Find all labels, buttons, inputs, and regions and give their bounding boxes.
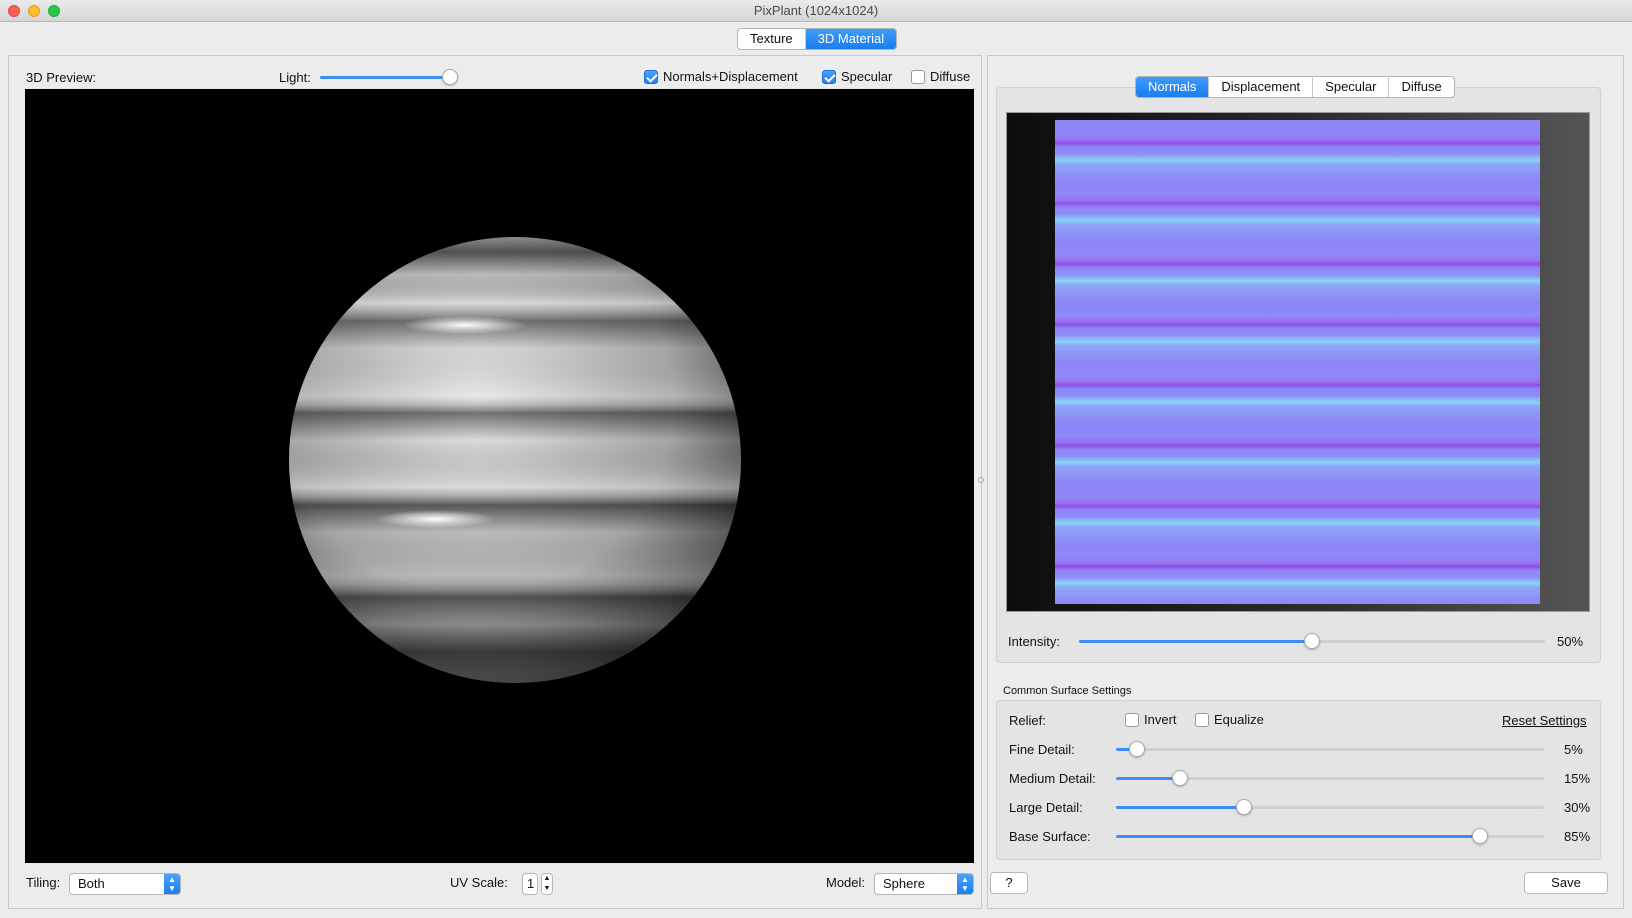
base-surface-label: Base Surface: <box>1009 829 1091 844</box>
fine-detail-slider[interactable] <box>1116 741 1544 757</box>
specular-checkbox[interactable]: Specular <box>822 69 892 84</box>
light-slider-fill <box>320 76 451 79</box>
light-label: Light: <box>279 70 311 85</box>
checkbox-box[interactable] <box>911 69 925 84</box>
model-label: Model: <box>826 875 866 890</box>
invert-label: Invert <box>1144 712 1177 727</box>
invert-checkbox[interactable]: Invert <box>1125 712 1177 727</box>
split-handle[interactable] <box>978 477 984 483</box>
checkbox-box[interactable] <box>822 69 836 84</box>
map-tabs: Normals Displacement Specular Diffuse <box>1135 76 1455 98</box>
medium-detail-slider[interactable] <box>1116 770 1544 786</box>
intensity-label: Intensity: <box>1008 634 1061 649</box>
uv-scale-value: 1 <box>527 876 535 891</box>
large-detail-value: 30% <box>1564 800 1591 815</box>
3d-viewport[interactable] <box>25 89 974 863</box>
normal-map-image <box>1055 120 1540 604</box>
intensity-value: 50% <box>1557 634 1584 649</box>
model-value: Sphere <box>883 876 925 891</box>
fine-detail-label: Fine Detail: <box>1009 742 1075 757</box>
checkbox-box[interactable] <box>644 69 658 84</box>
large-detail-label: Large Detail: <box>1009 800 1083 815</box>
uv-scale-label: UV Scale: <box>450 875 508 890</box>
tab-diffuse[interactable]: Diffuse <box>1389 77 1453 97</box>
tiling-select[interactable]: Both ▲ ▼ <box>69 873 181 895</box>
chevron-up-down-icon: ▲ ▼ <box>164 874 180 894</box>
model-select[interactable]: Sphere ▲ ▼ <box>874 873 974 895</box>
equalize-label: Equalize <box>1214 712 1264 727</box>
medium-detail-value: 15% <box>1564 771 1591 786</box>
title-bar: PixPlant (1024x1024) <box>0 0 1632 22</box>
intensity-slider-fill <box>1079 640 1312 643</box>
large-detail-slider[interactable] <box>1116 799 1544 815</box>
uv-scale-stepper[interactable]: ▲ ▼ <box>541 873 553 895</box>
sphere-render <box>289 237 741 683</box>
tab-normals[interactable]: Normals <box>1136 77 1210 97</box>
light-slider[interactable] <box>320 69 459 85</box>
intensity-slider[interactable] <box>1079 633 1545 649</box>
checkbox-box[interactable] <box>1125 712 1139 727</box>
save-button[interactable]: Save <box>1524 872 1608 894</box>
medium-detail-label: Medium Detail: <box>1009 771 1096 786</box>
specular-label: Specular <box>841 69 893 84</box>
tab-displacement[interactable]: Displacement <box>1209 77 1314 97</box>
checkbox-box[interactable] <box>1195 712 1209 727</box>
relief-label: Relief: <box>1009 713 1046 728</box>
surface-settings-title: Common Surface Settings <box>1003 685 1132 697</box>
tab-specular[interactable]: Specular <box>1313 77 1390 97</box>
tab-texture[interactable]: Texture <box>738 29 806 49</box>
large-detail-slider-fill <box>1116 806 1245 809</box>
window-title: PixPlant (1024x1024) <box>753 3 879 18</box>
zoom-window-button[interactable] <box>48 5 60 17</box>
chevron-up-down-icon: ▲ ▼ <box>957 874 973 894</box>
reset-settings-link[interactable]: Reset Settings <box>1502 713 1587 728</box>
tiling-label: Tiling: <box>26 875 61 890</box>
fine-detail-value: 5% <box>1564 742 1583 757</box>
base-surface-slider[interactable] <box>1116 828 1544 844</box>
mode-tabs: Texture 3D Material <box>737 28 898 50</box>
normals-displacement-checkbox[interactable]: Normals+Displacement <box>644 69 798 84</box>
minimize-window-button[interactable] <box>28 5 40 17</box>
diffuse-label: Diffuse <box>930 69 971 84</box>
normals-displacement-label: Normals+Displacement <box>663 69 798 84</box>
preview-label: 3D Preview: <box>26 70 97 85</box>
base-surface-slider-fill <box>1116 835 1480 838</box>
equalize-checkbox[interactable]: Equalize <box>1195 712 1264 727</box>
tab-3d-material[interactable]: 3D Material <box>805 29 897 49</box>
base-surface-slider-knob[interactable] <box>1471 828 1488 844</box>
base-surface-value: 85% <box>1564 829 1591 844</box>
intensity-slider-knob[interactable] <box>1304 633 1320 649</box>
medium-detail-slider-fill <box>1116 777 1181 780</box>
help-button[interactable]: ? <box>990 872 1028 894</box>
close-window-button[interactable] <box>8 5 20 17</box>
tiling-value: Both <box>78 876 105 891</box>
uv-scale-field[interactable]: 1 <box>522 873 538 895</box>
diffuse-checkbox[interactable]: Diffuse <box>911 69 970 84</box>
